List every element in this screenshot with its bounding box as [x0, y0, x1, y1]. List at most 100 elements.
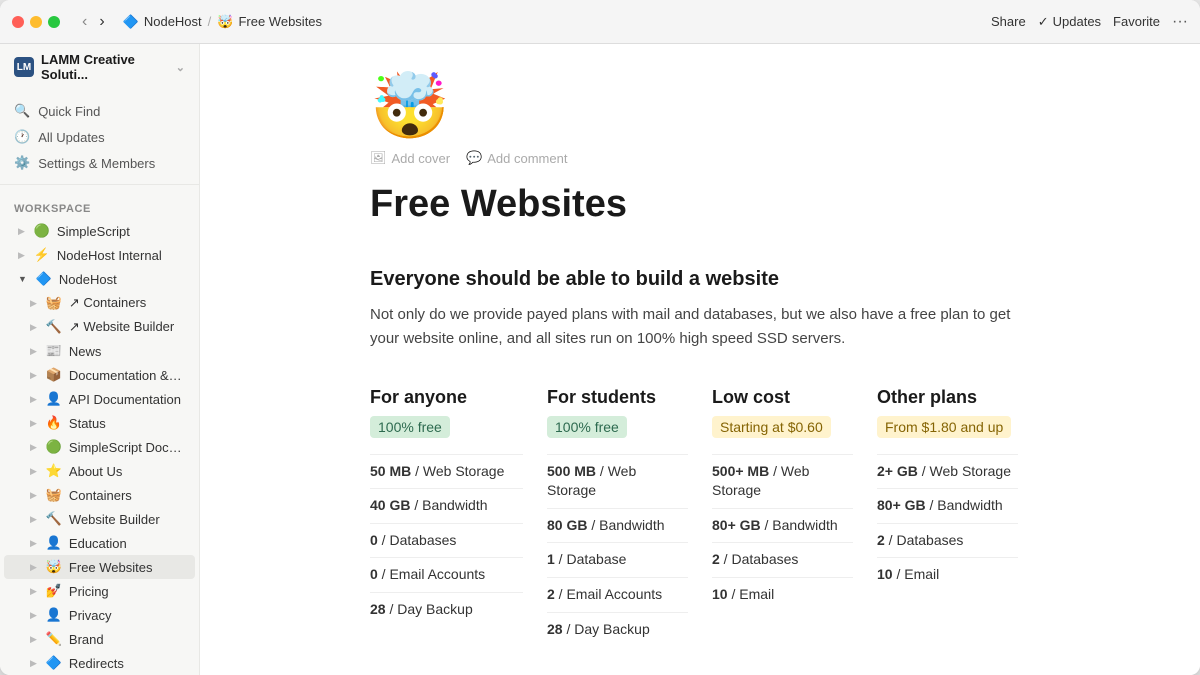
- sidebar-item-containers2[interactable]: ▶ 🧺 Containers: [4, 483, 195, 507]
- redirects-label: Redirects: [69, 656, 185, 671]
- page-actions: 🖼 Add cover 💬 Add comment: [370, 150, 1030, 166]
- settings-item[interactable]: ⚙️ Settings & Members: [0, 150, 199, 176]
- nodehost-icon: 🔷: [123, 14, 139, 30]
- education-icon: 👤: [46, 535, 62, 551]
- breadcrumb-page[interactable]: 🤯 Free Websites: [217, 14, 322, 30]
- plan-feature: 10 / Email: [877, 557, 1018, 592]
- expand-open-icon: ▼: [18, 274, 27, 284]
- page-icon: 🤯: [370, 74, 1030, 138]
- sidebar-item-docs[interactable]: ▶ 📦 Documentation & H...: [4, 363, 195, 387]
- breadcrumb: 🔷 NodeHost / 🤯 Free Websites: [123, 14, 983, 30]
- add-cover-button[interactable]: 🖼 Add cover: [370, 150, 450, 166]
- add-comment-button[interactable]: 💬 Add comment: [466, 150, 567, 166]
- favorite-button[interactable]: Favorite: [1113, 14, 1160, 29]
- expand-icon: ▶: [30, 658, 37, 669]
- plan-feature: 80+ GB / Bandwidth: [877, 488, 1018, 523]
- close-button[interactable]: [12, 16, 24, 28]
- sidebar-item-about[interactable]: ▶ ⭐ About Us: [4, 459, 195, 483]
- sidebar-item-nodehost-internal[interactable]: ▶ ⚡ NodeHost Internal: [4, 243, 195, 267]
- plan-feature: 500 MB / Web Storage: [547, 454, 688, 508]
- expand-icon: ▶: [30, 442, 37, 453]
- feature-bold: 28: [370, 601, 386, 617]
- sidebar-item-pricing[interactable]: ▶ 💅 Pricing: [4, 579, 195, 603]
- minimize-button[interactable]: [30, 16, 42, 28]
- about-label: About Us: [69, 464, 185, 479]
- brand-label: Brand: [69, 632, 185, 647]
- plan-for-students: For students 100% free 500 MB / Web Stor…: [535, 387, 700, 647]
- more-options-button[interactable]: ···: [1172, 13, 1188, 31]
- pricing-table: For anyone 100% free 50 MB / Web Storage…: [370, 387, 1030, 647]
- titlebar: ‹ › 🔷 NodeHost / 🤯 Free Websites Share ✓…: [0, 0, 1200, 44]
- sidebar-quick-section: 🔍 Quick Find 🕐 All Updates ⚙️ Settings &…: [0, 90, 199, 185]
- feature-bold: 2: [877, 532, 885, 548]
- all-updates-item[interactable]: 🕐 All Updates: [0, 124, 199, 150]
- pricing-label: Pricing: [69, 584, 185, 599]
- plan-name-for-anyone: For anyone: [370, 387, 523, 408]
- plan-badge-low-cost: Starting at $0.60: [712, 416, 831, 438]
- sidebar-item-status[interactable]: ▶ 🔥 Status: [4, 411, 195, 435]
- expand-icon: ▶: [18, 250, 25, 261]
- feature-bold: 50 MB: [370, 463, 411, 479]
- section-heading: Everyone should be able to build a websi…: [370, 268, 1030, 291]
- sidebar-item-free-websites[interactable]: ▶ 🤯 Free Websites: [4, 555, 195, 579]
- plan-feature: 40 GB / Bandwidth: [370, 488, 523, 523]
- sidebar-item-containers[interactable]: ▶ 🧺 ↗ Containers: [4, 291, 195, 315]
- nodehost-internal-icon: ⚡: [34, 247, 50, 263]
- wb2-label: Website Builder: [69, 512, 185, 527]
- main-layout: LM LAMM Creative Soluti... ⌄ 🔍 Quick Fin…: [0, 44, 1200, 675]
- about-icon: ⭐: [46, 463, 62, 479]
- maximize-button[interactable]: [48, 16, 60, 28]
- free-websites-label: Free Websites: [69, 560, 185, 575]
- expand-icon: ▶: [30, 514, 37, 525]
- sidebar-item-privacy[interactable]: ▶ 👤 Privacy: [4, 603, 195, 627]
- gear-icon: ⚙️: [14, 155, 30, 171]
- ss-docs-label: SimpleScript Docu...: [69, 440, 185, 455]
- plan-feature: 1 / Database: [547, 542, 688, 577]
- expand-icon: ▶: [30, 298, 37, 309]
- sidebar-item-news[interactable]: ▶ 📰 News: [4, 339, 195, 363]
- feature-bold: 10: [712, 586, 728, 602]
- sidebar-item-redirects[interactable]: ▶ 🔷 Redirects: [4, 651, 195, 675]
- forward-button[interactable]: ›: [95, 11, 108, 33]
- sidebar-item-ss-docs[interactable]: ▶ 🟢 SimpleScript Docu...: [4, 435, 195, 459]
- back-button[interactable]: ‹: [78, 11, 91, 33]
- comment-icon: 💬: [466, 150, 482, 166]
- updates-button[interactable]: ✓ Updates: [1038, 14, 1101, 30]
- docs-label: Documentation & H...: [69, 368, 185, 383]
- sidebar-item-website-builder[interactable]: ▶ 🔨 ↗ Website Builder: [4, 315, 195, 339]
- expand-icon: ▶: [30, 466, 37, 477]
- quick-find-item[interactable]: 🔍 Quick Find: [0, 98, 199, 124]
- sidebar-item-brand[interactable]: ▶ ✏️ Brand: [4, 627, 195, 651]
- sidebar-item-simplescript[interactable]: ▶ 🟢 SimpleScript: [4, 219, 195, 243]
- sidebar-item-education[interactable]: ▶ 👤 Education: [4, 531, 195, 555]
- plan-feature: 0 / Email Accounts: [370, 557, 523, 592]
- breadcrumb-separator: /: [208, 14, 212, 29]
- sidebar-item-wb2[interactable]: ▶ 🔨 Website Builder: [4, 507, 195, 531]
- plan-low-cost: Low cost Starting at $0.60 500+ MB / Web…: [700, 387, 865, 647]
- feature-bold: 80 GB: [547, 517, 587, 533]
- main-content: 🤯 🖼 Add cover 💬 Add comment Free Website…: [200, 44, 1200, 675]
- team-name[interactable]: LM LAMM Creative Soluti... ⌄: [0, 44, 199, 90]
- workspace-label: WORKSPACE: [0, 191, 199, 219]
- page-body: 🤯 🖼 Add cover 💬 Add comment Free Website…: [310, 44, 1090, 675]
- simplescript-label: SimpleScript: [57, 224, 185, 239]
- wb2-icon: 🔨: [46, 511, 62, 527]
- expand-icon: ▶: [30, 490, 37, 501]
- ss-docs-icon: 🟢: [46, 439, 62, 455]
- feature-bold: 2: [712, 551, 720, 567]
- plan-feature: 28 / Day Backup: [370, 592, 523, 627]
- free-websites-icon: 🤯: [46, 559, 62, 575]
- plan-badge-for-anyone: 100% free: [370, 416, 450, 438]
- share-button[interactable]: Share: [991, 14, 1026, 29]
- search-icon: 🔍: [14, 103, 30, 119]
- sidebar-item-api-docs[interactable]: ▶ 👤 API Documentation: [4, 387, 195, 411]
- plan-name-other: Other plans: [877, 387, 1018, 408]
- docs-icon: 📦: [46, 367, 62, 383]
- add-cover-label: Add cover: [392, 151, 451, 166]
- brand-icon: ✏️: [46, 631, 62, 647]
- plan-feature: 80+ GB / Bandwidth: [712, 508, 853, 543]
- expand-icon: ▶: [30, 322, 37, 333]
- breadcrumb-nodehost[interactable]: 🔷 NodeHost: [123, 14, 202, 30]
- news-icon: 📰: [46, 343, 62, 359]
- sidebar-item-nodehost[interactable]: ▼ 🔷 NodeHost: [4, 267, 195, 291]
